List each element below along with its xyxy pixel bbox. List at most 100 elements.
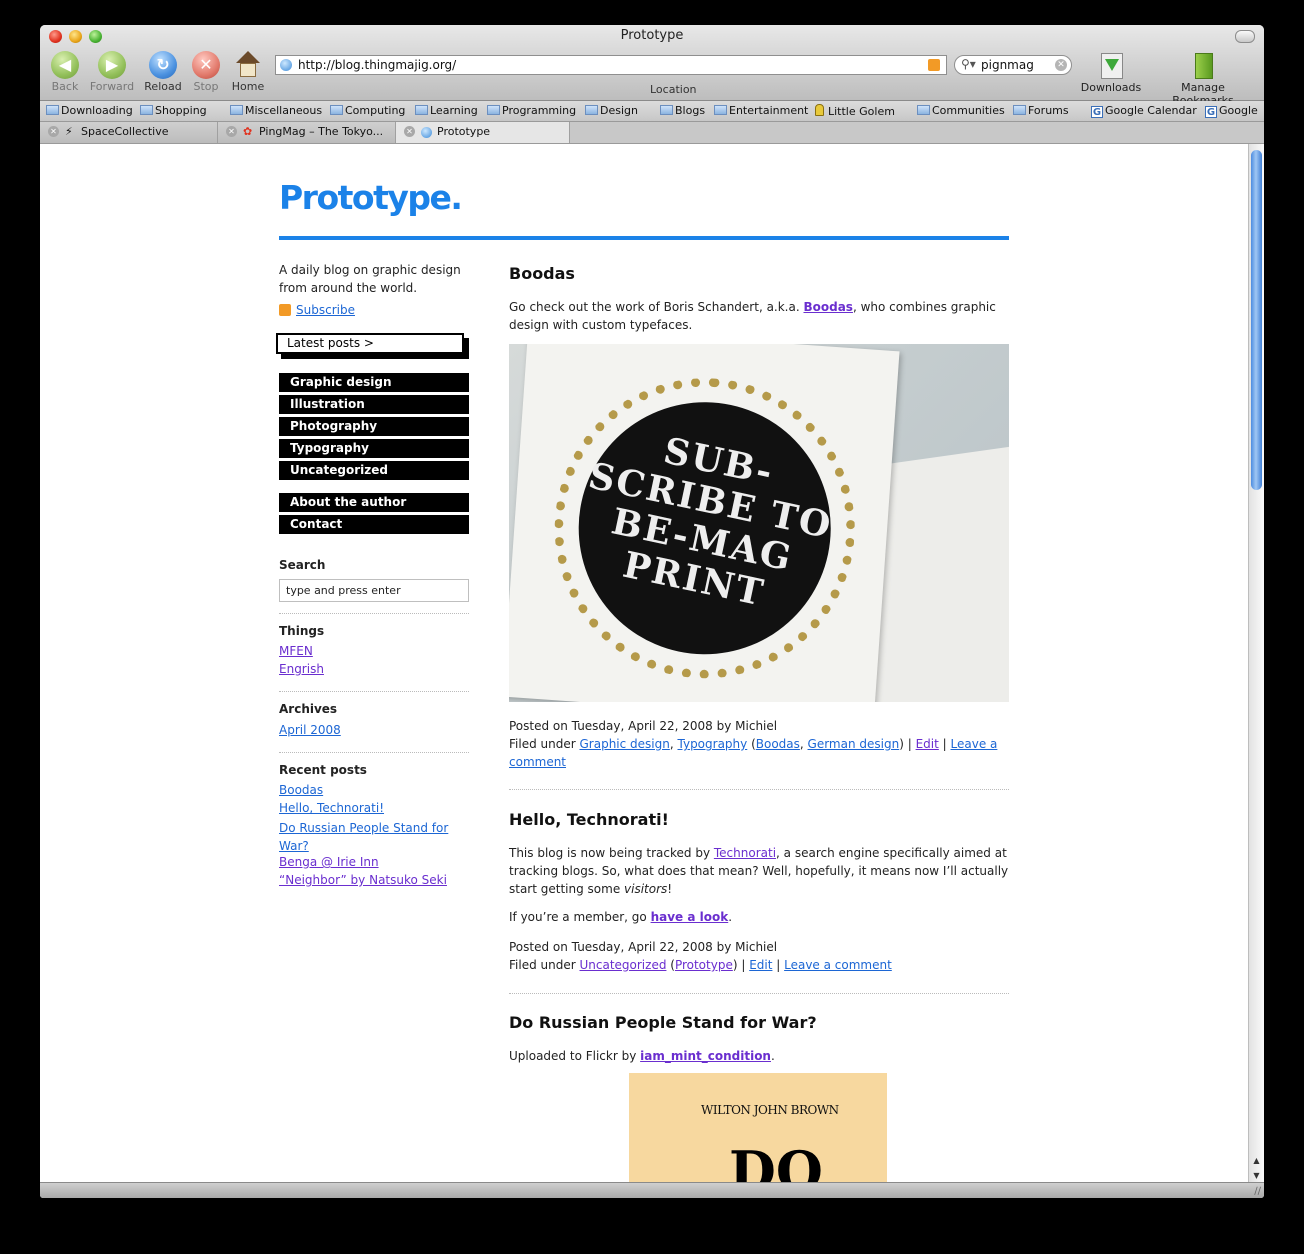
tag-link[interactable]: Prototype — [675, 958, 733, 972]
flickr-user-link[interactable]: iam_mint_condition — [640, 1049, 771, 1063]
bookmark-learning[interactable]: Learning — [415, 104, 478, 117]
globe-icon — [421, 127, 432, 138]
tag-link[interactable]: German design — [808, 737, 900, 751]
resize-grip-icon[interactable]: ∕∕ — [1254, 1186, 1261, 1197]
post-text: . — [728, 910, 733, 924]
have-a-look-link[interactable]: have a look — [651, 910, 729, 924]
bookmark-entertainment[interactable]: Entertainment — [714, 104, 808, 117]
recent-post-text[interactable]: Do Russian People Stand for War? — [279, 821, 448, 853]
edit-link[interactable]: Edit — [749, 958, 772, 972]
archive-link-april-2008[interactable]: April 2008 — [279, 723, 341, 737]
rss-feed-icon[interactable] — [928, 59, 940, 71]
bookmark-miscellaneous[interactable]: Miscellaneous — [230, 104, 322, 117]
bookmark-forums[interactable]: Forums — [1013, 104, 1069, 117]
scroll-up-icon[interactable]: ▲ — [1249, 1153, 1264, 1168]
vertical-scrollbar[interactable]: ▲ ▼ — [1248, 144, 1264, 1183]
bookmark-label: Forums — [1028, 104, 1069, 117]
thing-link-text[interactable]: MFEN — [279, 644, 313, 658]
recent-post-link[interactable]: Benga @ Irie Inn — [279, 855, 379, 869]
bookmark-downloading[interactable]: Downloading — [46, 104, 133, 117]
bookmark-label: Miscellaneous — [245, 104, 323, 117]
category-link[interactable]: Graphic design — [579, 737, 669, 751]
manage-bookmarks-button[interactable]: Manage Bookmarks — [1150, 51, 1256, 107]
post-body: If you’re a member, go have a look. — [509, 908, 1009, 926]
bookmark-programming[interactable]: Programming — [487, 104, 576, 117]
downloads-label: Downloads — [1080, 81, 1142, 94]
bookmark-label: Entertainment — [729, 104, 809, 117]
tab-pingmag[interactable]: ✕ ✿ PingMag – The Tokyo... — [218, 122, 396, 143]
recent-post-link[interactable]: Boodas — [279, 783, 323, 797]
post-title[interactable]: Boodas — [509, 264, 575, 283]
clear-search-icon[interactable]: ✕ — [1055, 59, 1067, 71]
category-link[interactable]: Typography — [678, 737, 748, 751]
category-illustration[interactable]: Illustration — [279, 395, 469, 414]
back-button[interactable]: ◀ Back — [40, 51, 90, 93]
page-about-the-author[interactable]: About the author — [279, 493, 469, 512]
bookmark-label: Google Calendar — [1105, 104, 1197, 117]
folder-icon — [917, 105, 930, 115]
post-title[interactable]: Hello, Technorati! — [509, 810, 669, 829]
subscribe-link[interactable]: Subscribe — [279, 301, 471, 319]
recent-post-text[interactable]: Hello, Technorati! — [279, 801, 384, 815]
leave-comment-link[interactable]: Leave a comment — [784, 958, 892, 972]
blog-logo[interactable]: Prototype. — [279, 178, 463, 217]
post-title[interactable]: Do Russian People Stand for War? — [509, 1013, 817, 1032]
tab-prototype[interactable]: ✕ Prototype — [396, 122, 570, 143]
thing-link-mfen[interactable]: MFEN — [279, 644, 313, 658]
search-field[interactable]: ⚲▾ pignmag ✕ — [954, 55, 1072, 75]
recent-post-text[interactable]: “Neighbor” by Natsuko Seki — [279, 873, 447, 887]
category-photography[interactable]: Photography — [279, 417, 469, 436]
thing-link-text[interactable]: Engrish — [279, 662, 324, 676]
bookmark-design[interactable]: Design — [585, 104, 638, 117]
bookmark-computing[interactable]: Computing — [330, 104, 405, 117]
bookmark-google[interactable]: G Google — [1205, 104, 1258, 118]
downloads-button[interactable]: Downloads — [1080, 51, 1142, 94]
bookmark-blogs[interactable]: Blogs — [660, 104, 705, 117]
tag-link[interactable]: Boodas — [756, 737, 800, 751]
boodas-link[interactable]: Boodas — [803, 300, 852, 314]
recent-post-link[interactable]: Do Russian People Stand for War? — [279, 819, 459, 855]
recent-post-text[interactable]: Boodas — [279, 783, 323, 797]
web-page: Prototype. A daily blog on graphic desig… — [40, 144, 1248, 1183]
bookmark-label: Communities — [932, 104, 1005, 117]
toolbar-toggle-button[interactable] — [1235, 30, 1255, 43]
category-link[interactable]: Uncategorized — [579, 958, 666, 972]
close-tab-icon[interactable]: ✕ — [48, 126, 59, 137]
category-typography[interactable]: Typography — [279, 439, 469, 458]
thing-link-engrish[interactable]: Engrish — [279, 662, 324, 676]
folder-icon — [660, 105, 673, 115]
page-contact[interactable]: Contact — [279, 515, 469, 534]
poster-card: SUB-SCRIBE TO BE-MAG PRINT — [509, 344, 900, 702]
bookmark-google-calendar[interactable]: G Google Calendar — [1091, 104, 1197, 118]
things-heading: Things — [279, 624, 325, 638]
recent-post-link[interactable]: “Neighbor” by Natsuko Seki — [279, 873, 447, 887]
close-tab-icon[interactable]: ✕ — [404, 126, 415, 137]
edit-link[interactable]: Edit — [916, 737, 939, 751]
scrollbar-thumb[interactable] — [1251, 150, 1262, 490]
boodas-poster-image: SUB-SCRIBE TO BE-MAG PRINT — [509, 344, 1009, 702]
forward-button[interactable]: ▶ Forward — [87, 51, 137, 93]
home-button[interactable]: Home — [223, 51, 273, 93]
recent-post-text[interactable]: Benga @ Irie Inn — [279, 855, 379, 869]
bookmark-communities[interactable]: Communities — [917, 104, 1005, 117]
close-tab-icon[interactable]: ✕ — [226, 126, 237, 137]
category-graphic-design[interactable]: Graphic design — [279, 373, 469, 392]
bookmark-shopping[interactable]: Shopping — [140, 104, 207, 117]
recent-posts-heading: Recent posts — [279, 763, 367, 777]
recent-post-link[interactable]: Hello, Technorati! — [279, 801, 384, 815]
tab-spacecollective[interactable]: ✕ ⚡ SpaceCollective — [40, 122, 218, 143]
subscribe-text[interactable]: Subscribe — [296, 303, 355, 317]
technorati-link[interactable]: Technorati — [714, 846, 776, 860]
category-uncategorized[interactable]: Uncategorized — [279, 461, 469, 480]
golem-icon — [815, 104, 824, 116]
archives-heading: Archives — [279, 702, 338, 716]
latest-posts-button[interactable]: Latest posts > — [276, 333, 464, 354]
home-icon — [234, 51, 262, 79]
archive-link-text[interactable]: April 2008 — [279, 723, 341, 737]
divider — [279, 613, 469, 614]
blog-search-input[interactable]: type and press enter — [279, 579, 469, 602]
scroll-down-icon[interactable]: ▼ — [1249, 1168, 1264, 1183]
address-bar[interactable]: http://blog.thingmajig.org/ — [275, 55, 947, 75]
bookmark-little-golem[interactable]: Little Golem — [815, 104, 895, 118]
post-date: Posted on Tuesday, April 22, 2008 by Mic… — [509, 940, 778, 954]
